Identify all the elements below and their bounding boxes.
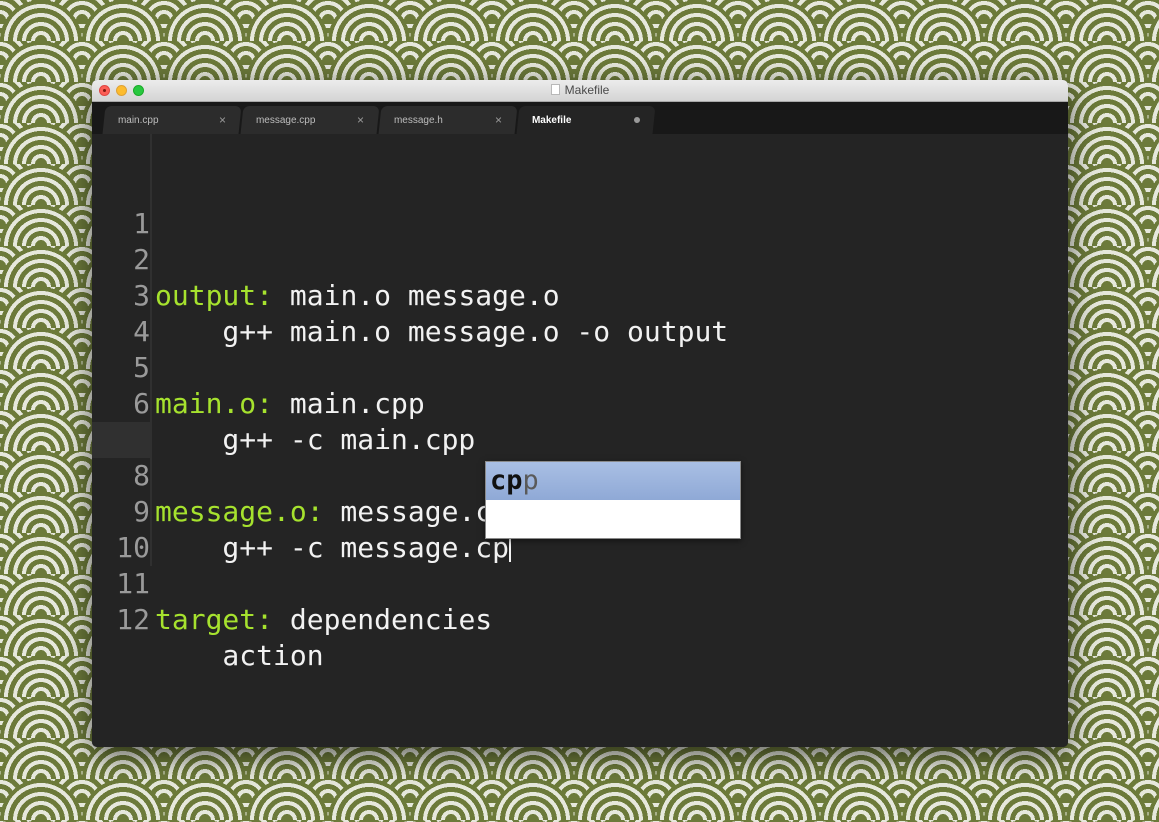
current-line-highlight xyxy=(92,422,150,458)
unsaved-indicator-icon[interactable] xyxy=(634,117,640,123)
close-tab-icon[interactable]: × xyxy=(219,113,226,127)
window-title: Makefile xyxy=(564,83,610,97)
autocomplete-popup[interactable]: cpp xyxy=(485,461,741,539)
code-editor[interactable]: 1 2 output: main.o message.o 3 g++ main.… xyxy=(92,134,1068,747)
code-line[interactable]: 7 xyxy=(92,350,1068,456)
code-line[interactable]: 4 xyxy=(92,242,1068,348)
tab-label: Makefile xyxy=(531,115,572,126)
code-line-current[interactable]: 9 g++ -c message.cp xyxy=(92,422,1068,564)
code-line[interactable]: 6 g++ -c main.cpp xyxy=(92,314,1068,456)
close-tab-icon[interactable]: × xyxy=(357,113,364,127)
code-line[interactable]: 8 message.o: message.cpp message.h xyxy=(92,386,1068,528)
tab-message-cpp[interactable]: message.cpp × xyxy=(240,106,380,134)
tab-label: message.h xyxy=(393,115,443,126)
code-line[interactable]: 3 g++ main.o message.o -o output xyxy=(92,206,1068,348)
code-text: dependencies xyxy=(273,603,493,636)
title-bar: Makefile xyxy=(92,80,1068,102)
code-line[interactable]: 1 xyxy=(92,134,1068,240)
close-tab-icon[interactable]: × xyxy=(495,113,502,127)
line-number: 12 xyxy=(116,603,150,636)
tab-bar: main.cpp × message.cpp × message.h × Mak… xyxy=(92,102,1068,134)
code-text: action xyxy=(155,639,324,672)
code-line[interactable]: 2 output: main.o message.o xyxy=(92,170,1068,312)
code-line[interactable]: 5 main.o: main.cpp xyxy=(92,278,1068,420)
autocomplete-match: cp xyxy=(490,465,523,496)
editor-window: Makefile main.cpp × message.cpp × messag… xyxy=(92,80,1068,747)
tab-label: message.cpp xyxy=(255,115,316,126)
autocomplete-item-selected[interactable]: cpp xyxy=(486,462,740,500)
tab-message-h[interactable]: message.h × xyxy=(378,106,518,134)
autocomplete-completion: p xyxy=(522,465,539,496)
tab-label: main.cpp xyxy=(117,115,159,126)
document-icon xyxy=(550,84,560,95)
tab-main-cpp[interactable]: main.cpp × xyxy=(102,106,242,134)
tab-makefile[interactable]: Makefile xyxy=(516,106,656,134)
